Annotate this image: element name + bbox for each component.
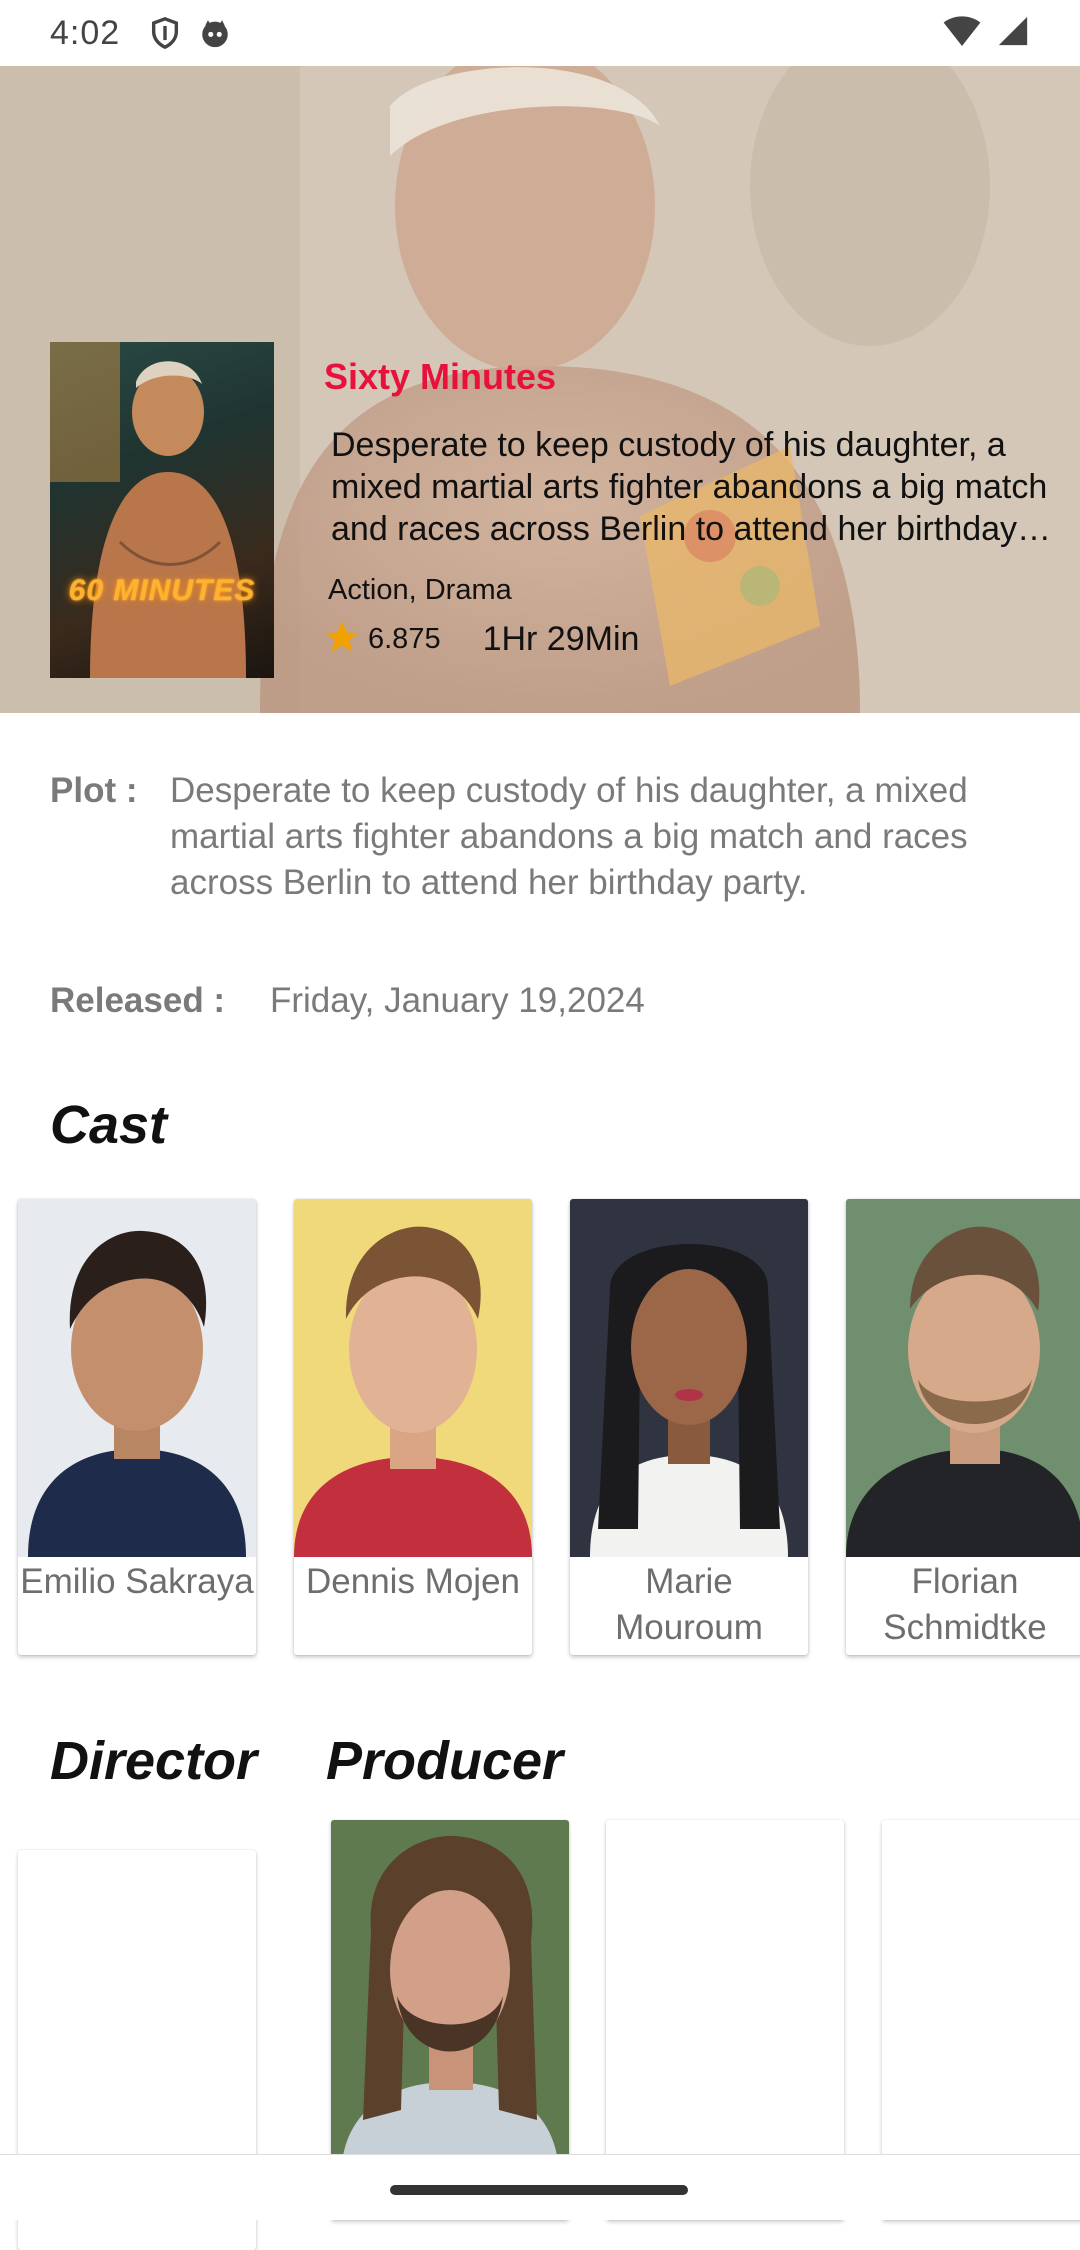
cell-signal-icon — [996, 14, 1030, 53]
wifi-icon — [942, 14, 982, 53]
poster-title: 60 MINUTES — [68, 574, 256, 607]
cast-name: Dennis Mojen — [306, 1562, 520, 1601]
cast-card[interactable]: Dennis Mojen — [294, 1199, 532, 1655]
home-gesture-handle[interactable] — [390, 2185, 688, 2195]
plot-text: Desperate to keep custody of his daughte… — [170, 771, 968, 902]
navigation-bar — [0, 2154, 1080, 2220]
cast-name: Marie Mouroum — [615, 1562, 763, 1647]
rating-value: 6.875 — [368, 623, 441, 655]
cast-photo — [294, 1199, 532, 1557]
cast-name: Florian Schmidtke — [883, 1562, 1047, 1647]
director-heading: Director — [50, 1731, 258, 1791]
cast-photo — [570, 1199, 808, 1557]
movie-genres: Action, Drama — [328, 574, 512, 606]
cast-card[interactable]: Florian Schmidtke — [846, 1199, 1080, 1655]
star-icon — [324, 619, 360, 660]
cast-card[interactable]: Emilio Sakraya — [18, 1199, 256, 1655]
status-bar: 4:02 — [0, 0, 1080, 66]
cat-face-icon — [198, 16, 232, 50]
plot-row: Plot : Desperate to keep custody of his … — [50, 768, 1070, 906]
producer-photo — [331, 1820, 569, 2178]
cast-photo — [18, 1199, 256, 1557]
cast-heading: Cast — [50, 1095, 168, 1155]
producer-heading: Producer — [326, 1731, 564, 1791]
movie-info: Sixty Minutes Desperate to keep custody … — [324, 356, 1064, 660]
cast-name: Emilio Sakraya — [20, 1562, 254, 1601]
hero-backdrop: 60 MINUTES Sixty Minutes Desperate to ke… — [0, 66, 1080, 713]
runtime: 1Hr 29Min — [482, 620, 640, 658]
shield-icon — [148, 16, 182, 50]
released-date: Friday, January 19,2024 — [270, 981, 645, 1020]
movie-title: Sixty Minutes — [324, 356, 557, 397]
released-label: Released : — [50, 981, 226, 1020]
poster-art — [50, 342, 246, 678]
cast-card[interactable]: Marie Mouroum — [570, 1199, 808, 1655]
movie-poster[interactable]: 60 MINUTES — [50, 342, 274, 678]
plot-label: Plot : — [50, 771, 138, 810]
cast-photo — [846, 1199, 1080, 1557]
cast-list[interactable]: Emilio Sakraya Dennis Mojen Marie Mourou… — [18, 1199, 1080, 1655]
rating-row: 6.875 1Hr 29Min — [324, 619, 1064, 660]
status-time: 4:02 — [50, 13, 121, 52]
released-row: Released : Friday, January 19,2024 — [50, 978, 645, 1024]
movie-overview: Desperate to keep custody of his daughte… — [331, 426, 1048, 548]
